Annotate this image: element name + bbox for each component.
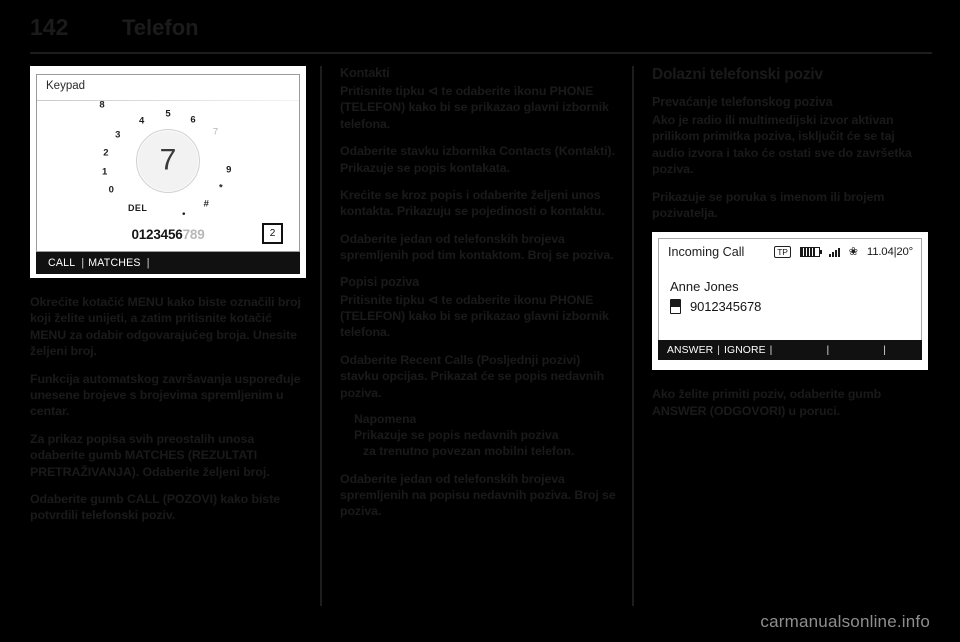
page-number: 142 xyxy=(30,14,69,40)
softkey-call[interactable]: CALL xyxy=(48,257,75,269)
tp-badge: TP xyxy=(774,246,791,259)
c3-subheading: Prevaćanje telefonskog poziva xyxy=(652,95,833,109)
softkey-answer[interactable]: ANSWER xyxy=(667,345,713,356)
entered-digits: 0123456 xyxy=(131,227,183,242)
incoming-call-title: Incoming Call xyxy=(668,245,745,260)
c2-paragraph-2: Odaberite stavku izbornika Contacts (Kon… xyxy=(340,144,615,175)
entered-number-strip: 0123456789 xyxy=(131,227,204,242)
note-title: Napomena xyxy=(354,412,417,427)
manual-page: 142 Telefon Keypad 7 DEL 0 1 2 3 4 5 6 7… xyxy=(0,0,960,642)
keypad-dial[interactable]: 7 DEL 0 1 2 3 4 5 6 7 8 9 * # • xyxy=(99,100,234,220)
figure-bottom-padding xyxy=(658,360,922,371)
dial-item-2[interactable]: 2 xyxy=(103,148,108,159)
battery-icon xyxy=(799,247,822,258)
pending-digits: 789 xyxy=(182,227,205,242)
status-icon-group: TP ❀ 11.04|20° xyxy=(774,245,913,259)
keypad-screen: Keypad 7 DEL 0 1 2 3 4 5 6 7 8 9 * # • 0… xyxy=(36,74,300,252)
matches-count-badge: 2 xyxy=(262,223,283,244)
c2-paragraph-3: Krećite se kroz popis i odaberite željen… xyxy=(340,188,605,219)
softkey-matches[interactable]: MATCHES xyxy=(88,257,140,269)
c3-paragraph-3: Ako želite primiti poziv, odaberite gumb… xyxy=(652,387,882,418)
column-divider-2 xyxy=(632,66,634,606)
call-status-bar: Incoming Call TP ❀ 11.04|20° xyxy=(659,239,921,265)
c1-paragraph-1: Okrećite kotačić MENU kako biste označil… xyxy=(30,295,301,359)
softkey-separator-1: | xyxy=(81,257,85,269)
clock-value: 11.04 xyxy=(866,246,894,259)
note-line-1: Prikazuje se popis nedavnih poziva xyxy=(354,428,559,443)
keypad-screen-title: Keypad xyxy=(46,80,86,92)
c1-paragraph-3: Za prikaz popisa svih preostalih unosa o… xyxy=(30,431,270,479)
chapter-title: Telefon xyxy=(122,15,199,40)
caller-number: 9012345678 xyxy=(690,299,762,315)
softkey-separator-2: | xyxy=(146,257,150,269)
c2-paragraph-5: Pritisnite tipku ⊲ te odaberite ikonu PH… xyxy=(340,292,609,340)
c2-paragraph-1: Pritisnite tipku ⊲ te odaberite ikonu PH… xyxy=(340,84,609,131)
c2-heading-kontakti: Kontakti xyxy=(340,66,390,80)
dial-selected-digit: 7 xyxy=(159,143,177,177)
dial-item-del[interactable]: DEL xyxy=(128,203,147,213)
call-softkey-separator-2: | xyxy=(769,344,773,356)
column-two: Kontakti Pritisnite tipku ⊲ te odaberite… xyxy=(340,66,616,531)
c2-note: Napomena Prikazuje se popis nedavnih poz… xyxy=(354,412,616,459)
incoming-call-screen: Incoming Call TP ❀ 11.04|20° Anne Jones … xyxy=(658,238,922,361)
c1-paragraph-4: Odaberite gumb CALL (POZOVI) kako biste … xyxy=(30,492,280,523)
call-softkey-bar: ANSWER | IGNORE | | | xyxy=(658,340,922,361)
call-softkey-separator-1: | xyxy=(717,344,721,356)
keypad-title-divider xyxy=(37,100,299,101)
dial-item-0[interactable]: 0 xyxy=(109,185,114,196)
dial-item-5[interactable]: 5 xyxy=(165,108,170,119)
caller-name: Anne Jones xyxy=(670,279,739,295)
mobile-phone-icon xyxy=(670,299,681,315)
call-softkey-separator-3: | xyxy=(826,344,830,356)
note-line-2: za trenutno povezan mobilni telefon. xyxy=(363,444,575,459)
dial-item-6[interactable]: 6 xyxy=(190,114,195,125)
c2-paragraph-4: Odaberite jedan od telefonskih brojeva s… xyxy=(340,231,614,263)
header-divider xyxy=(30,52,932,54)
dial-item-star[interactable]: * xyxy=(219,182,223,193)
column-one: Keypad 7 DEL 0 1 2 3 4 5 6 7 8 9 * # • 0… xyxy=(30,66,306,535)
caller-number-row: 9012345678 xyxy=(670,299,921,315)
dial-item-hash[interactable]: # xyxy=(204,198,209,209)
dial-item-8[interactable]: 8 xyxy=(99,100,104,111)
page-header: 142 Telefon xyxy=(30,14,930,48)
dial-item-dot[interactable]: • xyxy=(182,208,185,219)
c3-paragraph-1: Ako je radio ili multimedijski izvor akt… xyxy=(652,113,912,177)
clock-and-temperature: 11.04|20° xyxy=(866,246,913,259)
c3-paragraph-2: Prikazuje se poruka s imenom ili brojem … xyxy=(652,189,885,221)
column-divider-1 xyxy=(320,66,322,606)
note-body: Prikazuje se popis nedavnih poziva za tr… xyxy=(354,427,616,459)
softkey-ignore[interactable]: IGNORE xyxy=(724,345,766,356)
dial-item-3[interactable]: 3 xyxy=(115,130,120,141)
figure-incoming-call: Incoming Call TP ❀ 11.04|20° Anne Jones … xyxy=(652,232,928,371)
c2-paragraph-7: Odaberite jedan od telefonskih brojeva s… xyxy=(340,471,616,519)
call-softkey-separator-4: | xyxy=(883,344,887,356)
c1-paragraph-2: Funkcija automatskog završavanja uspoređ… xyxy=(30,371,301,419)
dial-item-9[interactable]: 9 xyxy=(226,164,231,175)
keypad-softkey-bar: CALL | MATCHES | xyxy=(36,252,300,274)
footer-watermark: carmanualsonline.info xyxy=(760,612,930,631)
figure-keypad: Keypad 7 DEL 0 1 2 3 4 5 6 7 8 9 * # • 0… xyxy=(30,66,306,278)
temperature-value: 20° xyxy=(896,246,913,259)
bluetooth-icon: ❀ xyxy=(848,245,858,258)
dial-item-1[interactable]: 1 xyxy=(102,167,107,178)
c2-paragraph-6: Odaberite Recent Calls (Posljednji poziv… xyxy=(340,352,605,400)
column-three: Dolazni telefonski poziv Prevaćanje tele… xyxy=(652,66,928,430)
dial-item-4[interactable]: 4 xyxy=(139,115,144,126)
signal-strength-icon xyxy=(828,247,840,257)
c2-heading-popisi-poziva: Popisi poziva xyxy=(340,274,420,289)
c3-heading-main: Dolazni telefonski poziv xyxy=(652,66,823,83)
dial-item-7[interactable]: 7 xyxy=(213,126,218,137)
call-body: Anne Jones 9012345678 xyxy=(659,265,921,315)
